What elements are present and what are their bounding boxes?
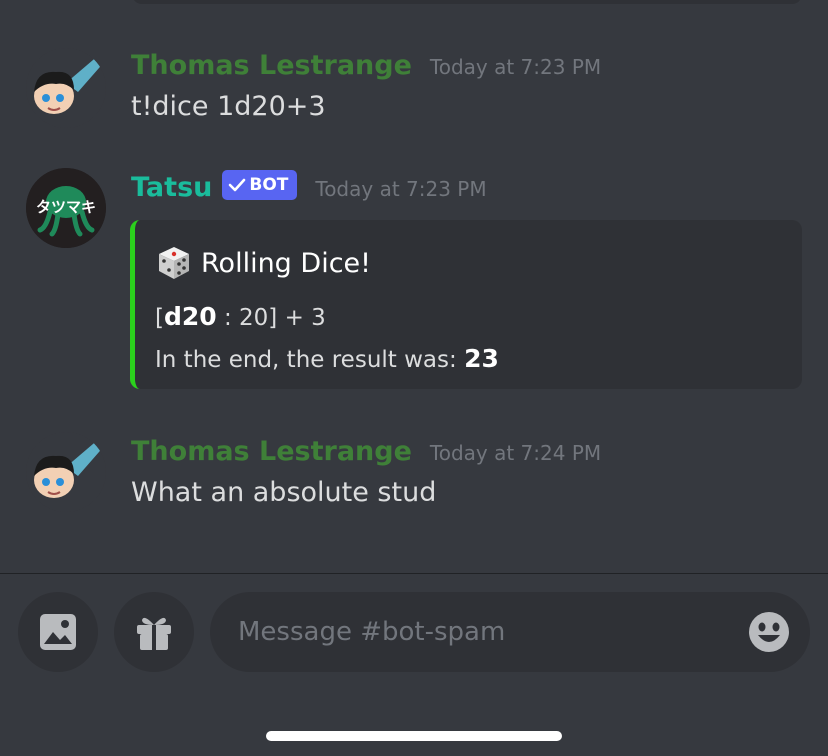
message-text: What an absolute stud	[131, 477, 437, 508]
dice-icon	[159, 247, 189, 279]
result-label: In the end, the result was:	[155, 347, 465, 373]
previous-embed	[132, 0, 802, 4]
message-header: Tatsu BOT Today at 7:23 PM	[131, 169, 487, 203]
image-icon	[40, 614, 76, 650]
gift-icon	[137, 617, 171, 650]
bot-badge-label: BOT	[249, 174, 289, 195]
attach-image-button[interactable]	[18, 592, 98, 672]
message-header: Thomas Lestrange Today at 7:23 PM	[131, 50, 601, 81]
roll-result: In the end, the result was: 23	[155, 344, 499, 373]
roll-open: [	[155, 305, 164, 331]
bot-badge: BOT	[222, 169, 298, 200]
username[interactable]: Thomas Lestrange	[131, 436, 412, 467]
roll-rest: : 20] + 3	[216, 305, 326, 331]
username[interactable]: Thomas Lestrange	[131, 50, 412, 81]
timestamp: Today at 7:23 PM	[315, 177, 487, 201]
chat-screen: Thomas Lestrange Today at 7:23 PM t!dice…	[0, 0, 828, 756]
checkmark-icon	[229, 178, 246, 191]
username[interactable]: Tatsu	[131, 172, 212, 203]
dice-embed: Rolling Dice! [d20 : 20] + 3 In the end,…	[130, 220, 802, 389]
emoji-icon[interactable]	[748, 611, 790, 653]
embed-title-text: Rolling Dice!	[201, 247, 371, 279]
avatar[interactable]	[26, 48, 106, 128]
message-header: Thomas Lestrange Today at 7:24 PM	[131, 436, 601, 467]
avatar[interactable]	[26, 432, 106, 512]
message-input[interactable]	[238, 612, 718, 652]
home-indicator[interactable]	[266, 731, 562, 741]
avatar-text: タツマキ	[35, 198, 96, 216]
roll-detail: [d20 : 20] + 3	[155, 302, 326, 331]
message-text: t!dice 1d20+3	[131, 91, 326, 122]
user-avatar-icon	[26, 432, 106, 512]
timestamp: Today at 7:23 PM	[429, 55, 602, 79]
gift-button[interactable]	[114, 592, 194, 672]
avatar[interactable]: タツマキ	[26, 168, 106, 248]
roll-die: d20	[163, 302, 217, 331]
message-input-container	[210, 592, 810, 672]
timestamp: Today at 7:24 PM	[429, 441, 602, 465]
embed-title: Rolling Dice!	[155, 244, 371, 282]
user-avatar-icon	[26, 48, 106, 128]
result-value: 23	[464, 344, 499, 373]
